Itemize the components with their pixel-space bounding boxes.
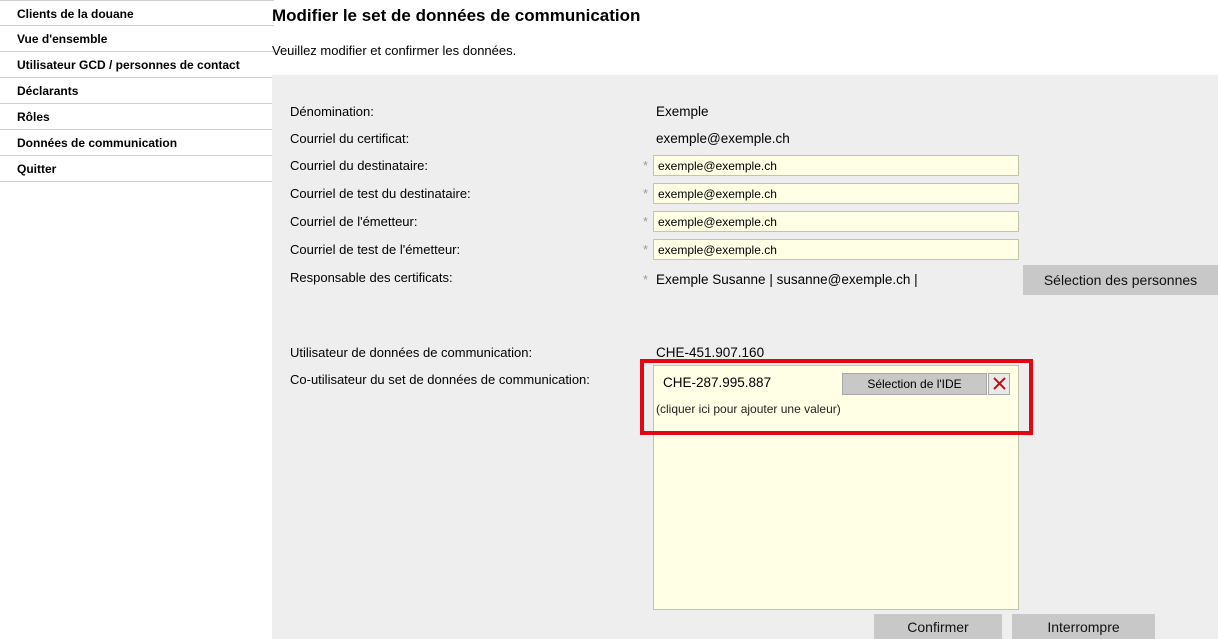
comm-user-label: Utilisateur de données de communication: xyxy=(290,345,533,360)
sidebar-item-utilisateur-gcd[interactable]: Utilisateur GCD / personnes de contact xyxy=(0,52,274,78)
cert-email-value: exemple@exemple.ch xyxy=(656,131,790,146)
cert-manager-value: Exemple Susanne | susanne@exemple.ch | xyxy=(656,272,918,287)
required-marker: * xyxy=(643,242,649,257)
recipient-test-email-field[interactable] xyxy=(653,183,1019,204)
sidebar-item-quitter[interactable]: Quitter xyxy=(0,156,274,182)
sidebar-item-vue-ensemble[interactable]: Vue d'ensemble xyxy=(0,26,274,52)
page-title: Modifier le set de données de communicat… xyxy=(272,6,641,25)
sender-email-field[interactable] xyxy=(653,211,1019,232)
close-icon xyxy=(993,377,1006,390)
ide-select-button[interactable]: Sélection de l'IDE xyxy=(842,373,987,395)
sender-email-label: Courriel de l'émetteur: xyxy=(290,214,418,229)
co-user-value: CHE-287.995.887 xyxy=(663,375,772,390)
denomination-label: Dénomination: xyxy=(290,104,374,119)
person-select-button[interactable]: Sélection des personnes xyxy=(1023,265,1218,295)
co-user-label: Co-utilisateur du set de données de comm… xyxy=(290,372,590,387)
cert-email-label: Courriel du certificat: xyxy=(290,131,410,146)
confirm-button[interactable]: Confirmer xyxy=(874,614,1002,639)
required-marker: * xyxy=(643,186,649,201)
recipient-test-email-label: Courriel de test du destinataire: xyxy=(290,186,471,201)
cancel-button[interactable]: Interrompre xyxy=(1012,614,1155,639)
page-subtitle: Veuillez modifier et confirmer les donné… xyxy=(272,43,517,58)
remove-button[interactable] xyxy=(988,373,1010,395)
cert-manager-label: Responsable des certificats: xyxy=(290,270,453,285)
sidebar-nav: Clients de la douane Vue d'ensemble Util… xyxy=(0,0,274,182)
sender-test-email-field[interactable] xyxy=(653,239,1019,260)
comm-user-value: CHE-451.907.160 xyxy=(656,345,765,360)
denomination-value: Exemple xyxy=(656,104,709,119)
sidebar-item-roles[interactable]: Rôles xyxy=(0,104,274,130)
add-value-link[interactable]: (cliquer ici pour ajouter une valeur) xyxy=(656,402,841,416)
required-marker: * xyxy=(643,214,649,229)
sidebar-item-declarants[interactable]: Déclarants xyxy=(0,78,274,104)
recipient-email-field[interactable] xyxy=(653,155,1019,176)
sender-test-email-label: Courriel de test de l'émetteur: xyxy=(290,242,461,257)
recipient-email-label: Courriel du destinataire: xyxy=(290,158,429,173)
required-marker: * xyxy=(643,158,649,173)
required-marker: * xyxy=(643,272,649,287)
sidebar-item-clients-douane[interactable]: Clients de la douane xyxy=(0,0,274,26)
sidebar-item-donnees-communication[interactable]: Données de communication xyxy=(0,130,274,156)
